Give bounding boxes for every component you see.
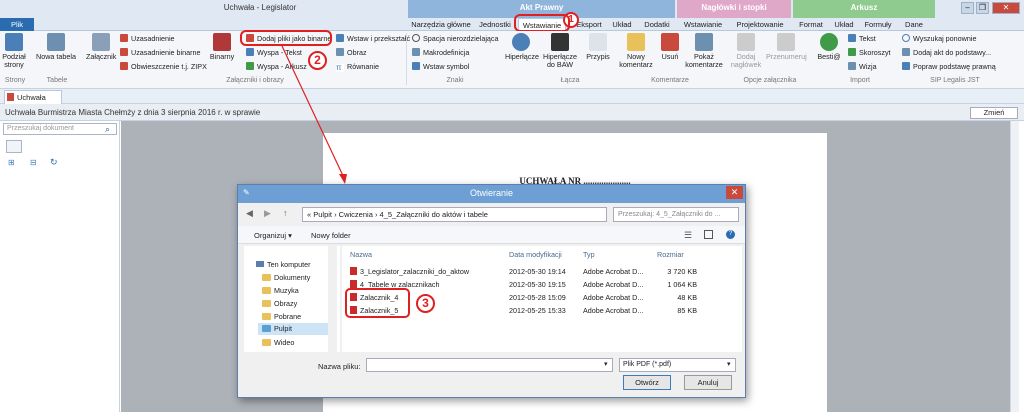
tree-item-muzyka[interactable]: Muzyka xyxy=(262,286,299,295)
file-size: 85 KB xyxy=(677,306,697,315)
highlight-zalaczniki xyxy=(345,288,410,318)
tree-label: Ten komputer xyxy=(267,260,311,269)
folder-icon xyxy=(262,313,271,320)
file-size: 48 KB xyxy=(677,293,697,302)
chevron-down-icon[interactable]: ▾ xyxy=(727,360,731,368)
computer-icon xyxy=(256,261,264,267)
dialog-search-input[interactable]: Przeszukaj: 4_5_Załączniki do ... xyxy=(613,207,739,222)
tree-label: Muzyka xyxy=(274,286,299,295)
file-size: 3 720 KB xyxy=(667,267,697,276)
dialog-close-button[interactable]: ✕ xyxy=(726,186,743,199)
tree-label: Pulpit xyxy=(274,324,292,333)
pdf-icon xyxy=(350,280,357,288)
tree-label: Obrazy xyxy=(274,299,298,308)
view-icon[interactable]: ☰ xyxy=(684,230,692,241)
column-nazwa[interactable]: Nazwa xyxy=(350,250,372,259)
file-type: Adobe Acrobat D... xyxy=(583,293,644,302)
folder-icon xyxy=(262,300,271,307)
file-type: Adobe Acrobat D... xyxy=(583,267,644,276)
tree-scrollbar[interactable] xyxy=(328,246,337,352)
pdf-icon xyxy=(350,267,357,275)
tree-item-dokumenty[interactable]: Dokumenty xyxy=(262,273,310,282)
forward-icon[interactable]: ▶ xyxy=(264,208,271,219)
column-typ[interactable]: Typ xyxy=(583,250,595,259)
file-name: 3_Legislator_zalaczniki_do_aktow xyxy=(360,267,470,276)
file-type: Adobe Acrobat D... xyxy=(583,280,644,289)
tree-item-pobrane[interactable]: Pobrane xyxy=(262,312,301,321)
column-rozmiar[interactable]: Rozmiar xyxy=(657,250,684,259)
folder-icon xyxy=(262,339,271,346)
folder-icon xyxy=(262,274,271,281)
tree-label: Pobrane xyxy=(274,312,302,321)
folder-icon xyxy=(262,287,271,294)
file-date: 2012-05-30 19:15 xyxy=(509,280,566,289)
file-date: 2012-05-25 15:33 xyxy=(509,306,566,315)
up-icon[interactable]: ↑ xyxy=(283,208,288,218)
column-data[interactable]: Data modyfikacji xyxy=(509,250,562,259)
tree-item-obrazy[interactable]: Obrazy xyxy=(262,299,297,308)
filetype-select[interactable]: Plik PDF (*.pdf) xyxy=(619,358,736,372)
filename-label: Nazwa pliku: xyxy=(318,362,361,371)
desktop-icon xyxy=(262,325,271,332)
tree-label: Wideo xyxy=(274,338,295,347)
back-icon[interactable]: ◀ xyxy=(246,208,253,219)
file-size: 1 064 KB xyxy=(667,280,697,289)
filename-input[interactable] xyxy=(366,358,613,372)
step-3-marker: 3 xyxy=(416,294,435,313)
tree-label: Dokumenty xyxy=(274,273,311,282)
tree-item-wideo[interactable]: Wideo xyxy=(262,338,294,347)
nowy-folder-button[interactable]: Nowy folder xyxy=(311,231,351,240)
chevron-down-icon[interactable]: ▾ xyxy=(604,360,608,368)
file-date: 2012-05-28 15:09 xyxy=(509,293,566,302)
dialog-title: Otwieranie xyxy=(469,188,514,198)
file-row[interactable]: 3_Legislator_zalaczniki_do_aktow xyxy=(350,267,469,276)
tree-item-pulpit[interactable]: Pulpit xyxy=(258,323,328,335)
cancel-button[interactable]: Anuluj xyxy=(684,375,732,390)
help-icon[interactable]: ? xyxy=(726,230,735,239)
file-type: Adobe Acrobat D... xyxy=(583,306,644,315)
filetype-value: Plik PDF (*.pdf) xyxy=(623,361,672,368)
address-bar[interactable]: « Pulpit › Cwiczenia › 4_5_Załączniki do… xyxy=(302,207,607,222)
organizuj-button[interactable]: Organizuj ▾ xyxy=(254,231,292,240)
tree-item-computer[interactable]: Ten komputer xyxy=(256,260,311,269)
open-button[interactable]: Otwórz xyxy=(623,375,671,390)
file-date: 2012-05-30 19:14 xyxy=(509,267,566,276)
preview-pane-icon[interactable] xyxy=(704,230,713,239)
dialog-app-icon: ✎ xyxy=(243,188,250,197)
